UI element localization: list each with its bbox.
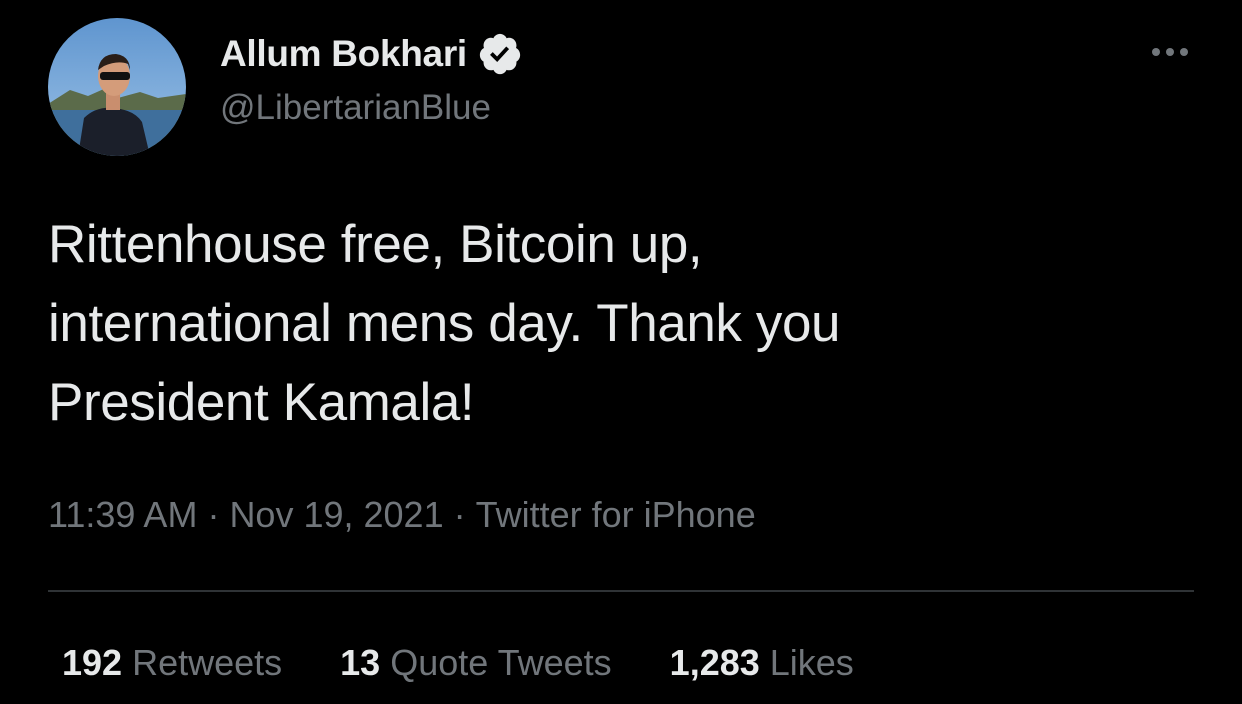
likes-label: Likes xyxy=(769,642,854,683)
meta-separator: · xyxy=(453,494,466,535)
verified-badge-icon xyxy=(477,31,523,77)
divider xyxy=(48,590,1194,592)
tweet-text: Rittenhouse free, Bitcoin up, internatio… xyxy=(48,205,1048,442)
engagement-stats: 192 Retweets 13 Quote Tweets 1,283 Likes xyxy=(62,642,854,684)
quote-tweets-label: Quote Tweets xyxy=(390,642,612,683)
more-horizontal-icon[interactable] xyxy=(1146,38,1194,66)
tweet-source[interactable]: Twitter for iPhone xyxy=(476,494,756,535)
retweets-stat[interactable]: 192 Retweets xyxy=(62,642,282,684)
tweet-metadata: 11:39 AM · Nov 19, 2021 · Twitter for iPhone xyxy=(48,494,756,536)
tweet-time[interactable]: 11:39 AM xyxy=(48,494,197,535)
author-display-name[interactable]: Allum Bokhari xyxy=(220,33,467,75)
meta-separator: · xyxy=(207,494,220,535)
retweets-count: 192 xyxy=(62,642,123,683)
tweet-text-line: international mens day. Thank you xyxy=(48,294,841,353)
author-name-row: Allum Bokhari xyxy=(220,30,523,78)
avatar[interactable] xyxy=(48,18,186,156)
tweet-text-line: President Kamala! xyxy=(48,373,475,432)
tweet-date[interactable]: Nov 19, 2021 xyxy=(229,494,443,535)
tweet-text-line: Rittenhouse free, Bitcoin up, xyxy=(48,215,703,274)
quote-tweets-count: 13 xyxy=(340,642,381,683)
tweet-detail: Allum Bokhari @LibertarianBlue Rittenhou… xyxy=(0,0,1242,704)
likes-count: 1,283 xyxy=(669,642,760,683)
author-handle[interactable]: @LibertarianBlue xyxy=(220,88,491,128)
quote-tweets-stat[interactable]: 13 Quote Tweets xyxy=(340,642,612,684)
likes-stat[interactable]: 1,283 Likes xyxy=(670,642,854,684)
retweets-label: Retweets xyxy=(132,642,283,683)
